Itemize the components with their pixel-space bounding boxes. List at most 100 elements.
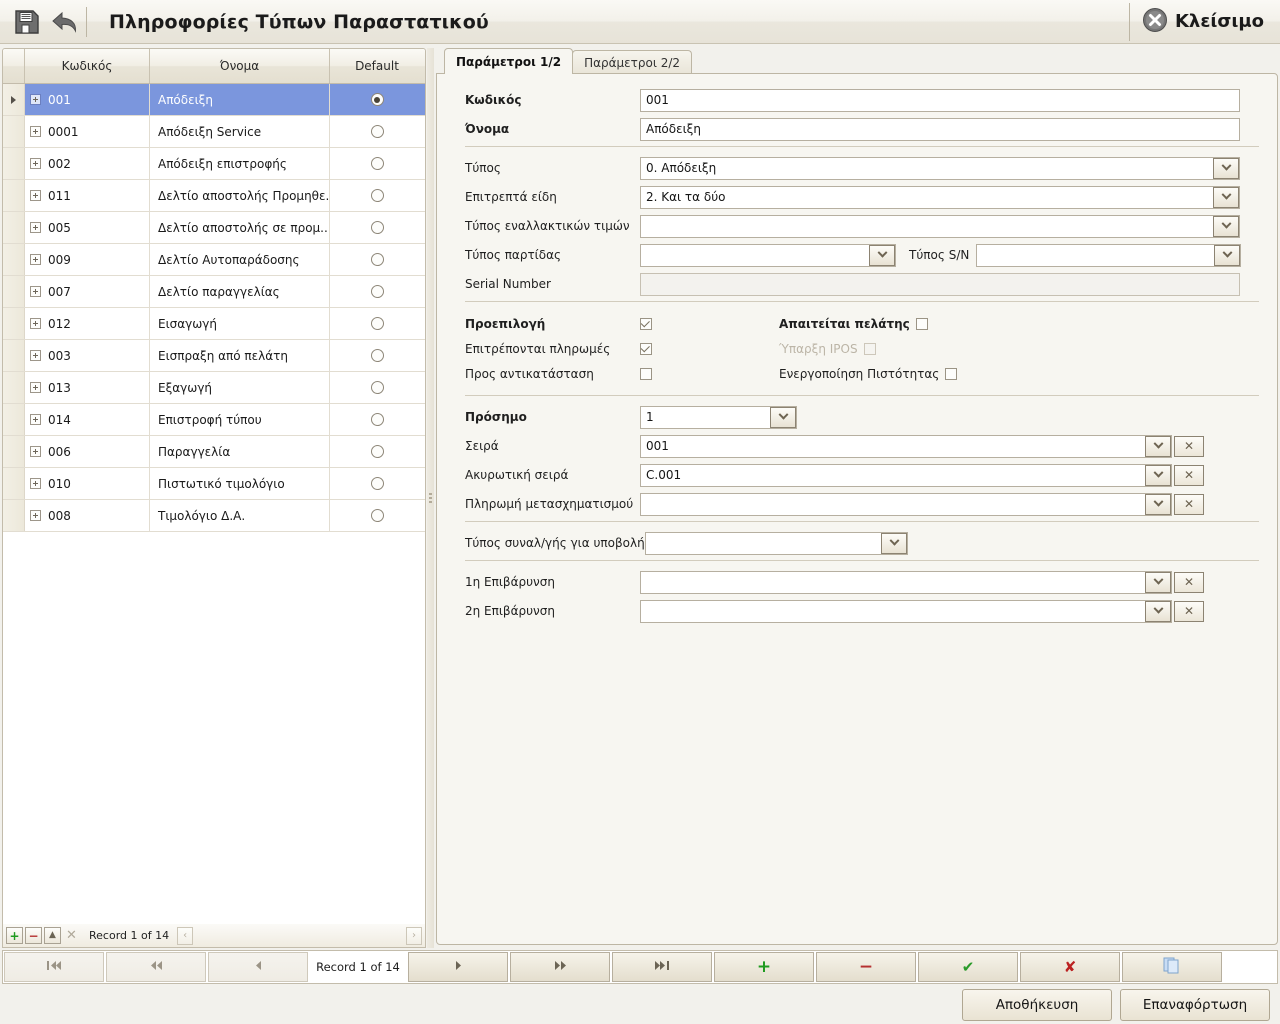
cell-default[interactable] (330, 468, 424, 499)
checkbox-apaiteitai-pelatis[interactable] (915, 317, 928, 330)
chevron-down-icon[interactable] (1213, 186, 1239, 208)
cell-code[interactable]: 003 (25, 340, 150, 371)
default-radio[interactable] (370, 221, 384, 234)
table-row[interactable]: 003 Εισπραξη από πελάτη (3, 340, 425, 372)
combo-typos-sn[interactable] (976, 243, 1242, 267)
cell-code[interactable]: 010 (25, 468, 150, 499)
combo-epivarynsi2[interactable] (640, 599, 1172, 623)
table-row[interactable]: 002 Απόδειξη επιστροφής (3, 148, 425, 180)
table-row[interactable]: 006 Παραγγελία (3, 436, 425, 468)
table-row[interactable]: 001 Απόδειξη (3, 84, 425, 116)
grid-scroll-left-button[interactable]: ‹ (177, 926, 194, 945)
chevron-down-icon[interactable] (1145, 493, 1171, 515)
table-row[interactable]: 009 Δελτίο Αυτοπαράδοσης (3, 244, 425, 276)
cell-code[interactable]: 014 (25, 404, 150, 435)
expand-icon[interactable] (30, 478, 41, 489)
chevron-down-icon[interactable] (1145, 600, 1171, 622)
cell-name[interactable]: Δελτίο Αυτοπαράδοσης (150, 244, 330, 275)
default-radio[interactable] (370, 189, 384, 202)
expand-icon[interactable] (30, 318, 41, 329)
expand-icon[interactable] (30, 190, 41, 201)
checkbox-energopoiisi-pistotitas[interactable] (945, 367, 958, 380)
nav-prior-button[interactable] (208, 952, 308, 982)
grid-header-name[interactable]: Όνομα (150, 49, 330, 83)
cell-name[interactable]: Δελτίο αποστολής Προμηθε... (150, 180, 330, 211)
chevron-down-icon[interactable] (1145, 435, 1171, 457)
cell-default[interactable] (330, 116, 424, 147)
cell-code[interactable]: 007 (25, 276, 150, 307)
grid-delete-button[interactable]: − (25, 927, 42, 944)
default-radio[interactable] (370, 477, 384, 490)
cell-name[interactable]: Απόδειξη Service (150, 116, 330, 147)
combo-epivarynsi1[interactable] (640, 570, 1172, 594)
cell-default[interactable] (330, 180, 424, 211)
undo-arrow-icon[interactable] (46, 3, 84, 41)
clear-epivarynsi2-button[interactable]: ✕ (1174, 600, 1204, 622)
clear-epivarynsi1-button[interactable]: ✕ (1174, 571, 1204, 593)
tab-parameters-2[interactable]: Παράμετροι 2/2 (572, 50, 693, 74)
nav-first-button[interactable] (4, 952, 104, 982)
grid-edit-button[interactable]: ▲ (44, 927, 61, 944)
expand-icon[interactable] (30, 382, 41, 393)
table-row[interactable]: 012 Εισαγωγή (3, 308, 425, 340)
save-icon[interactable] (8, 3, 46, 41)
cell-default[interactable] (330, 244, 424, 275)
cell-name[interactable]: Πιστωτικό τιμολόγιο (150, 468, 330, 499)
cell-name[interactable]: Απόδειξη επιστροφής (150, 148, 330, 179)
checkbox-proepilogi[interactable] (640, 317, 652, 330)
cell-code[interactable]: 0001 (25, 116, 150, 147)
nav-last-button[interactable] (612, 952, 712, 982)
cell-default[interactable] (330, 308, 424, 339)
tab-parameters-1[interactable]: Παράμετροι 1/2 (444, 48, 574, 74)
cell-default[interactable] (330, 340, 424, 371)
table-row[interactable]: 011 Δελτίο αποστολής Προμηθε... (3, 180, 425, 212)
panel-splitter[interactable] (427, 48, 434, 948)
grid-add-button[interactable]: + (6, 927, 23, 944)
cell-default[interactable] (330, 276, 424, 307)
cell-default[interactable] (330, 84, 424, 115)
expand-icon[interactable] (30, 94, 41, 105)
nav-refresh-button[interactable] (1122, 952, 1222, 982)
table-row[interactable]: 0001 Απόδειξη Service (3, 116, 425, 148)
chevron-down-icon[interactable] (770, 406, 796, 428)
combo-prosimo[interactable]: 1 (640, 405, 797, 429)
cell-name[interactable]: Παραγγελία (150, 436, 330, 467)
chevron-down-icon[interactable] (1145, 571, 1171, 593)
nav-next-button[interactable] (408, 952, 508, 982)
expand-icon[interactable] (30, 222, 41, 233)
default-radio[interactable] (370, 381, 384, 394)
grid-header-default[interactable]: Default (330, 49, 424, 83)
chevron-down-icon[interactable] (881, 532, 907, 554)
expand-icon[interactable] (30, 510, 41, 521)
cell-code[interactable]: 005 (25, 212, 150, 243)
nav-delete-button[interactable]: − (816, 952, 916, 982)
clear-seira-button[interactable]: ✕ (1174, 435, 1204, 457)
clear-akyrotiki-seira-button[interactable]: ✕ (1174, 464, 1204, 486)
expand-icon[interactable] (30, 446, 41, 457)
expand-icon[interactable] (30, 126, 41, 137)
combo-typos-enallaktikon[interactable] (640, 214, 1240, 238)
combo-typos-partidas[interactable] (640, 243, 896, 267)
nav-insert-button[interactable]: + (714, 952, 814, 982)
chevron-down-icon[interactable] (1213, 157, 1239, 179)
input-onoma[interactable]: Απόδειξη (640, 117, 1240, 141)
cell-default[interactable] (330, 436, 424, 467)
cell-default[interactable] (330, 500, 424, 531)
cell-code[interactable]: 001 (25, 84, 150, 115)
expand-icon[interactable] (30, 286, 41, 297)
reload-button[interactable]: Επαναφόρτωση (1120, 989, 1270, 1021)
table-row[interactable]: 007 Δελτίο παραγγελίας (3, 276, 425, 308)
combo-typos-synal[interactable] (645, 531, 908, 555)
cell-code[interactable]: 009 (25, 244, 150, 275)
table-row[interactable]: 010 Πιστωτικό τιμολόγιο (3, 468, 425, 500)
default-radio[interactable] (370, 125, 384, 138)
checkbox-pros-antikatastasi[interactable] (640, 367, 652, 380)
default-radio[interactable] (370, 253, 384, 266)
expand-icon[interactable] (30, 350, 41, 361)
grid-header-code[interactable]: Κωδικός (25, 49, 150, 83)
cell-name[interactable]: Εισαγωγή (150, 308, 330, 339)
table-row[interactable]: 005 Δελτίο αποστολής σε προμ... (3, 212, 425, 244)
grid-cancel-button[interactable]: ✕ (63, 927, 80, 944)
default-radio[interactable] (370, 509, 384, 522)
default-radio[interactable] (370, 413, 384, 426)
